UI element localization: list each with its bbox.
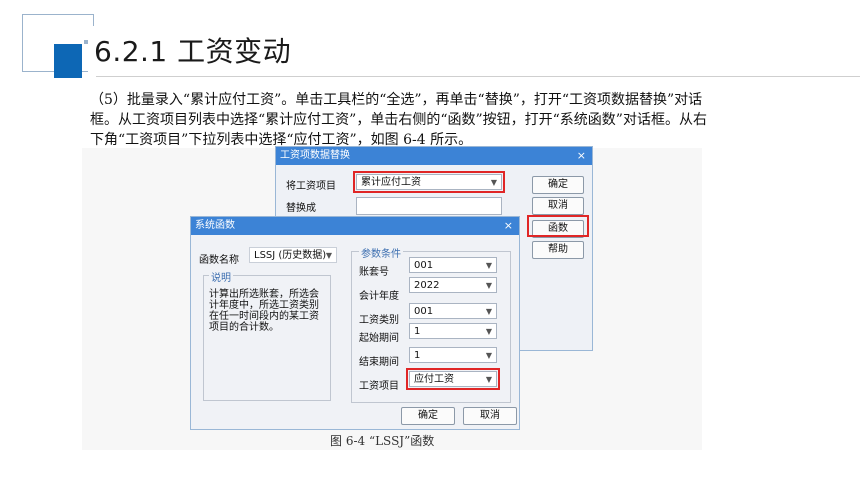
param-category-select[interactable]: 001 ▼ <box>409 303 497 319</box>
chevron-down-icon: ▼ <box>325 251 332 260</box>
function-dialog: 系统函数 × 函数名称 LSSJ (历史数据) ▼ 说明 计算出所选账套，所选会… <box>190 216 520 430</box>
accent-bar <box>54 44 82 78</box>
function-name-value: LSSJ (历史数据) <box>254 250 327 261</box>
param-label: 起始期间 <box>359 333 399 344</box>
highlight-box <box>353 171 505 193</box>
replace-input[interactable] <box>356 197 502 215</box>
param-end-select[interactable]: 1 ▼ <box>409 347 497 363</box>
param-value: 1 <box>414 326 421 337</box>
paragraph-text: （5）批量录入“累计应付工资”。单击工具栏的“全选”，再单击“替换”，打开“工资… <box>90 92 707 148</box>
replace-dialog-title: 工资项数据替换 <box>280 150 350 161</box>
close-icon[interactable]: × <box>504 217 513 235</box>
param-label: 工资类别 <box>359 315 399 326</box>
chevron-down-icon: ▼ <box>485 327 492 336</box>
ok-button[interactable]: 确定 <box>532 176 584 194</box>
param-year-select[interactable]: 2022 ▼ <box>409 277 497 293</box>
function-dialog-header: 系统函数 × <box>191 217 519 235</box>
figure-caption: 图 6-4 “LSSJ”函数 <box>330 434 435 448</box>
description-group-title: 说明 <box>209 269 233 284</box>
chevron-down-icon: ▼ <box>485 351 492 360</box>
param-value: 001 <box>414 306 434 317</box>
replace-dialog-header: 工资项数据替换 × <box>276 147 592 165</box>
function-dialog-title: 系统函数 <box>195 220 235 231</box>
param-label: 会计年度 <box>359 291 399 302</box>
replace-label: 替换成 <box>286 203 316 214</box>
param-value: 1 <box>414 350 421 361</box>
param-label: 工资项目 <box>359 381 399 392</box>
param-start-select[interactable]: 1 ▼ <box>409 323 497 339</box>
cancel-button[interactable]: 取消 <box>532 197 584 215</box>
item-label: 将工资项目 <box>286 181 336 192</box>
cancel-button[interactable]: 取消 <box>463 407 517 425</box>
close-icon[interactable]: × <box>577 147 586 165</box>
param-label: 结束期间 <box>359 357 399 368</box>
ok-button[interactable]: 确定 <box>401 407 455 425</box>
highlight-box <box>527 215 589 237</box>
chevron-down-icon: ▼ <box>485 307 492 316</box>
description-text: 计算出所选账套，所选会计年度中，所选工资类别在任一时间段内的某工资项目的合计数。 <box>209 289 319 333</box>
param-value: 001 <box>414 260 434 271</box>
highlight-box <box>406 368 500 390</box>
param-value: 2022 <box>414 280 440 291</box>
function-name-select[interactable]: LSSJ (历史数据) ▼ <box>249 247 337 263</box>
function-name-label: 函数名称 <box>199 255 239 266</box>
param-label: 账套号 <box>359 267 389 278</box>
page-title: 6.2.1 工资变动 <box>88 26 298 74</box>
parameter-group-title: 参数条件 <box>359 245 403 260</box>
chevron-down-icon: ▼ <box>485 261 492 270</box>
chevron-down-icon: ▼ <box>485 281 492 290</box>
param-account-select[interactable]: 001 ▼ <box>409 257 497 273</box>
body-paragraph: （5）批量录入“累计应付工资”。单击工具栏的“全选”，再单击“替换”，打开“工资… <box>90 90 710 150</box>
help-button[interactable]: 帮助 <box>532 241 584 259</box>
title-divider <box>96 76 860 77</box>
